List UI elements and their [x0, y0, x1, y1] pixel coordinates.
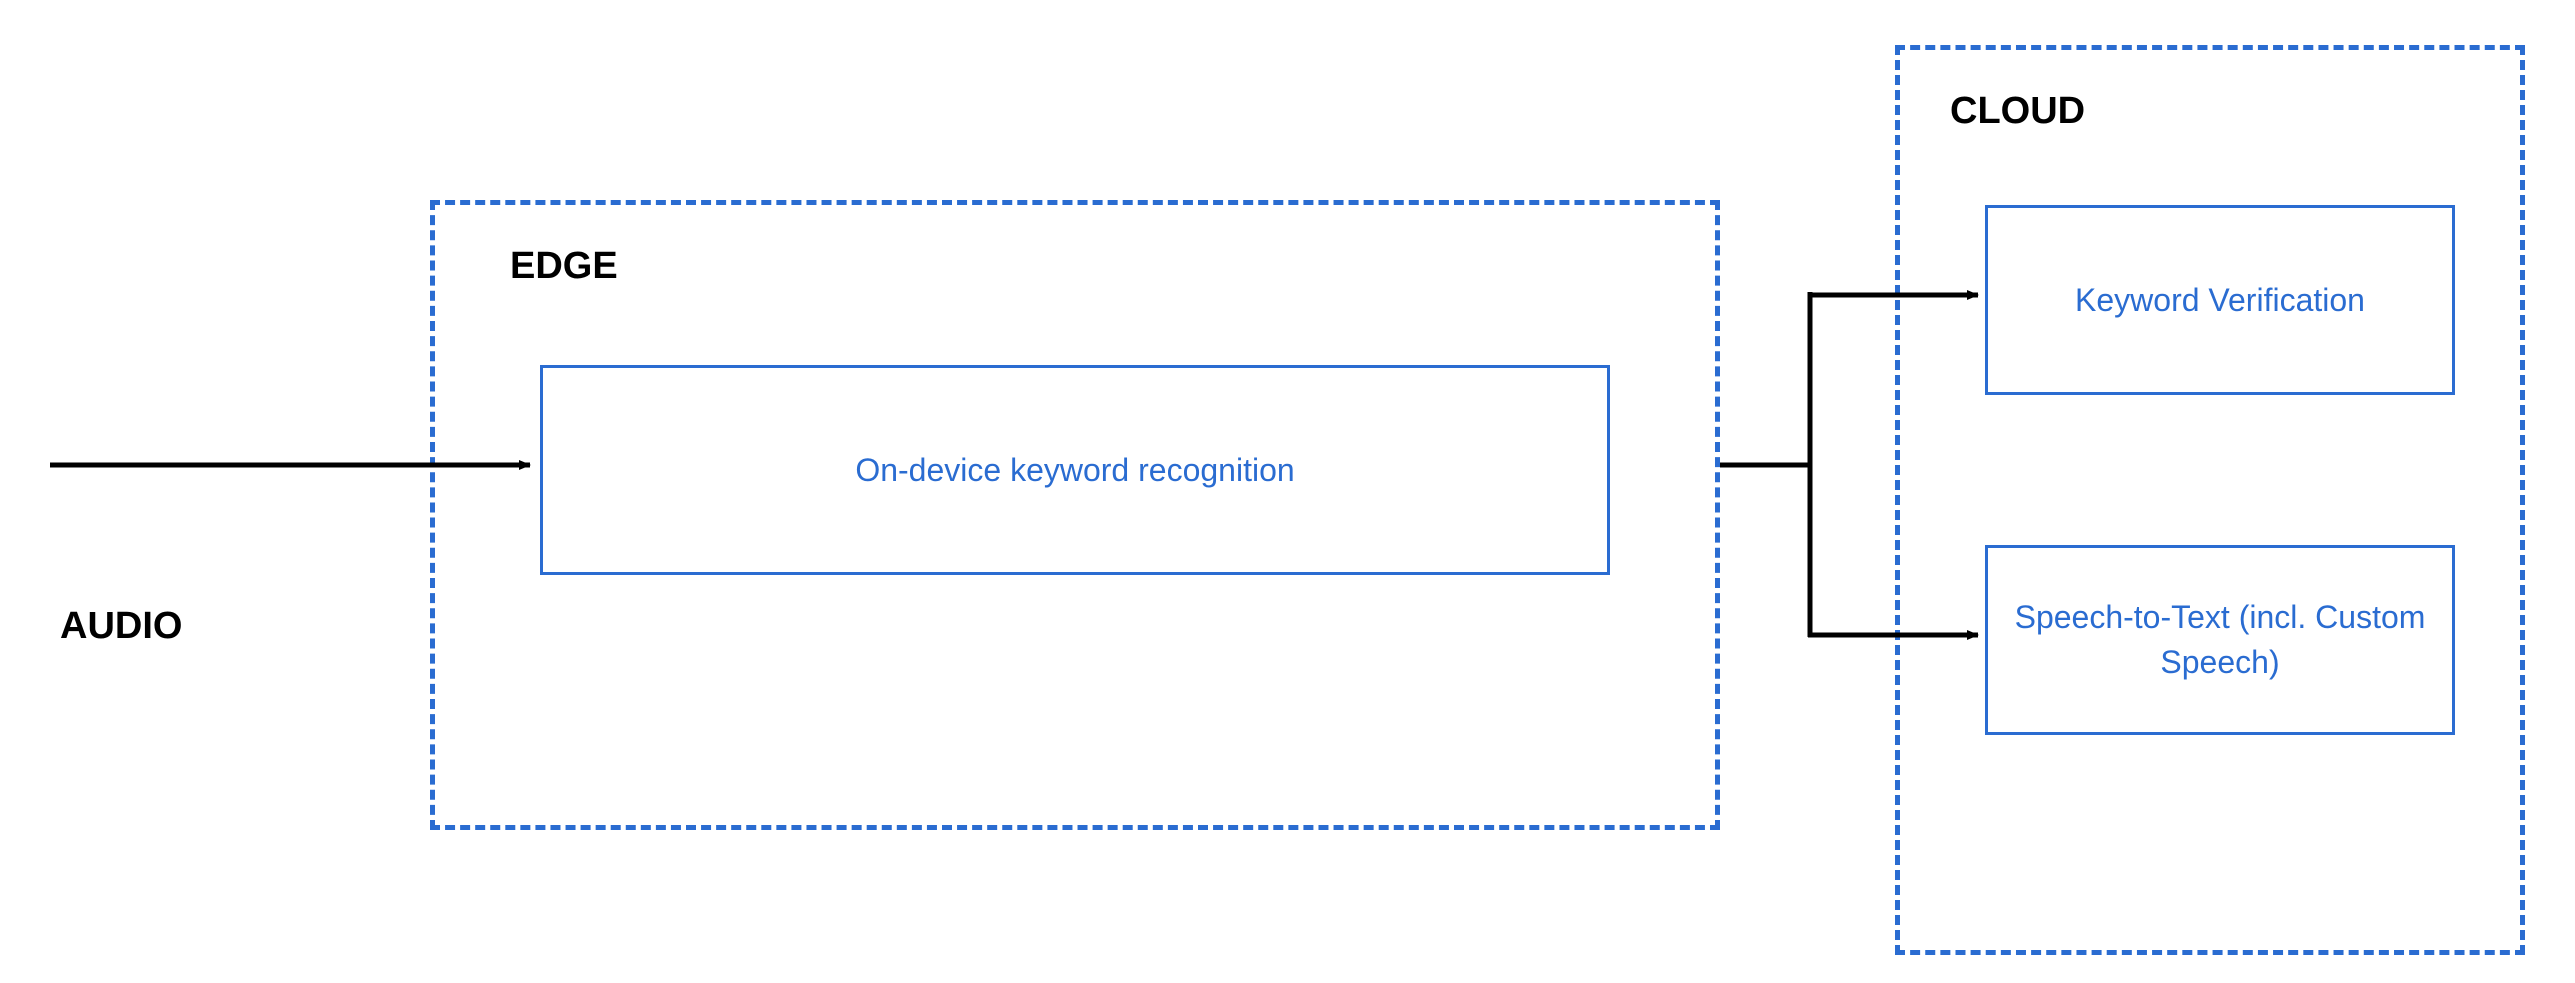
cloud-box-keyword-verification: Keyword Verification [1985, 205, 2455, 395]
edge-box-text: On-device keyword recognition [855, 452, 1294, 489]
cloud-box-2-text: Speech-to-Text (incl. Custom Speech) [2008, 595, 2432, 685]
cloud-container: CLOUD Keyword Verification Speech-to-Tex… [1895, 45, 2525, 955]
cloud-label: CLOUD [1950, 90, 2085, 133]
audio-label: AUDIO [60, 605, 182, 648]
edge-label: EDGE [510, 245, 618, 288]
cloud-box-speech-to-text: Speech-to-Text (incl. Custom Speech) [1985, 545, 2455, 735]
cloud-box-1-text: Keyword Verification [2075, 278, 2365, 323]
edge-box: On-device keyword recognition [540, 365, 1610, 575]
diagram-canvas: AUDIO EDGE On-device keyword recognition… [0, 0, 2575, 983]
edge-container: EDGE On-device keyword recognition [430, 200, 1720, 830]
